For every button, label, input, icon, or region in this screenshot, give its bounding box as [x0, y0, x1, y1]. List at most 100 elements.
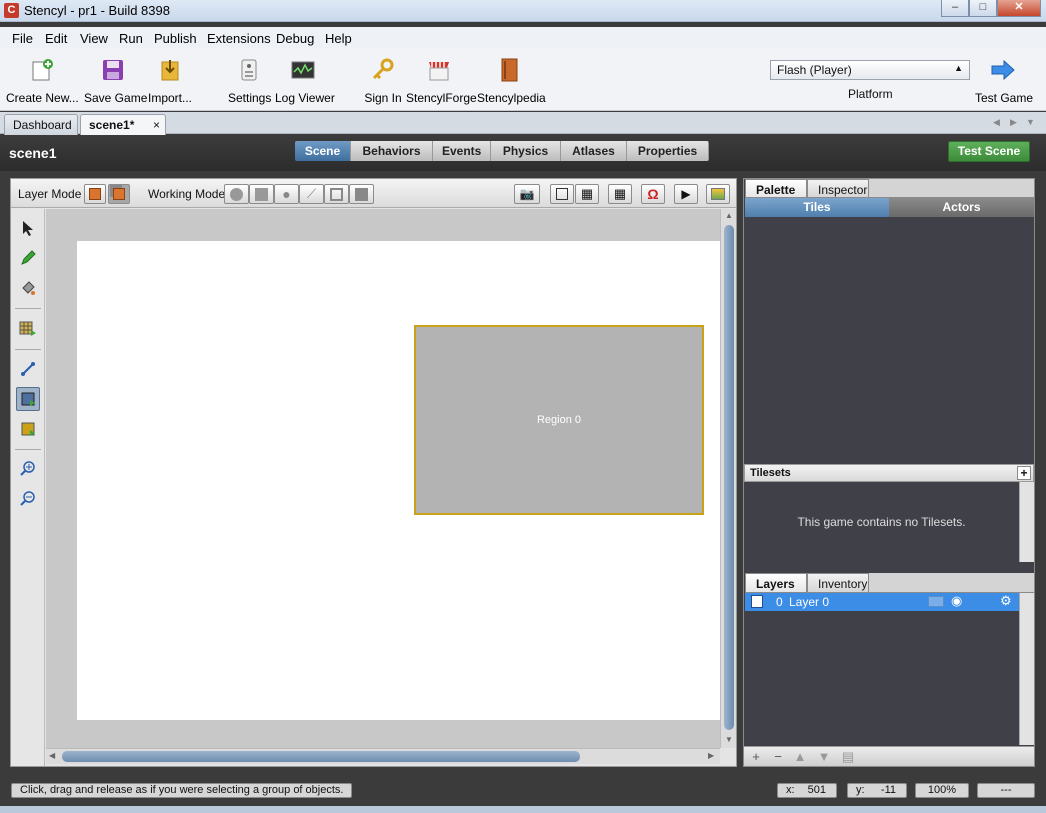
- tile-tool[interactable]: [16, 317, 40, 341]
- test-scene-button[interactable]: Test Scene: [948, 141, 1030, 162]
- minimize-button[interactable]: ‒: [941, 0, 969, 17]
- horizontal-scroll-thumb[interactable]: [62, 751, 580, 762]
- move-layer-down-button[interactable]: ▼: [814, 749, 834, 765]
- subtab-actors[interactable]: Actors: [889, 198, 1034, 217]
- move-layer-up-button[interactable]: ▲: [790, 749, 810, 765]
- scroll-left-icon[interactable]: ◀: [49, 751, 55, 760]
- pencil-icon: [21, 250, 36, 265]
- menu-view[interactable]: View: [80, 31, 108, 46]
- scroll-right-icon[interactable]: ▶: [708, 751, 714, 760]
- tab-physics[interactable]: Physics: [491, 141, 561, 161]
- horizontal-scrollbar[interactable]: ◀ ▶: [46, 748, 720, 764]
- layer-mode-all-button[interactable]: [108, 184, 130, 204]
- layer-mode-single-button[interactable]: [84, 184, 106, 204]
- scroll-down-icon[interactable]: ▼: [725, 735, 733, 744]
- menu-edit[interactable]: Edit: [45, 31, 67, 46]
- test-game-button[interactable]: Test Game: [975, 53, 1033, 107]
- region-0[interactable]: Region 0: [414, 325, 704, 515]
- layer-properties-button[interactable]: ▤: [838, 749, 858, 765]
- gear-icon[interactable]: ⚙: [1000, 593, 1012, 609]
- add-tileset-button[interactable]: +: [1017, 466, 1031, 480]
- layers-scrollbar[interactable]: [1019, 593, 1034, 745]
- platform-select[interactable]: Flash (Player) ▲: [770, 60, 970, 80]
- working-mode-path-button[interactable]: ⟋: [299, 184, 324, 204]
- tab-close-icon[interactable]: ×: [153, 118, 160, 132]
- show-screen-button[interactable]: [550, 184, 574, 204]
- menu-publish[interactable]: Publish: [154, 31, 197, 46]
- menu-extensions[interactable]: Extensions: [207, 31, 271, 46]
- close-button[interactable]: ✕: [997, 0, 1041, 17]
- vertical-scroll-thumb[interactable]: [724, 225, 734, 730]
- tab-layers[interactable]: Layers: [745, 573, 807, 593]
- tab-atlases[interactable]: Atlases: [561, 141, 627, 161]
- grid-button[interactable]: ▦: [575, 184, 599, 204]
- stencylforge-label: StencylForge: [406, 91, 477, 105]
- save-game-button[interactable]: Save Game: [84, 53, 148, 107]
- stencylpedia-button[interactable]: Stencylpedia: [477, 53, 546, 107]
- terrain-tool[interactable]: [16, 417, 40, 441]
- scroll-up-icon[interactable]: ▲: [725, 211, 733, 220]
- scene-title: scene1: [9, 145, 57, 161]
- tab-properties[interactable]: Properties: [627, 141, 709, 161]
- menu-run[interactable]: Run: [119, 31, 143, 46]
- tab-scene1[interactable]: scene1* ×: [80, 114, 166, 135]
- tab-scene[interactable]: Scene: [295, 141, 351, 161]
- zoom-out-tool[interactable]: [16, 487, 40, 511]
- working-mode-tile-button[interactable]: [249, 184, 274, 204]
- tab-list-icon[interactable]: ▼: [1026, 117, 1035, 127]
- remove-layer-button[interactable]: −: [768, 749, 788, 765]
- working-mode-region-button[interactable]: [324, 184, 349, 204]
- menu-file[interactable]: File: [12, 31, 33, 46]
- play-button[interactable]: ▶: [674, 184, 698, 204]
- tab-dashboard-label: Dashboard: [13, 118, 72, 132]
- line-tool[interactable]: [16, 357, 40, 381]
- tab-events[interactable]: Events: [433, 141, 491, 161]
- grid-settings-button[interactable]: ▦: [608, 184, 632, 204]
- tile-grid-icon: [19, 321, 36, 336]
- stencylforge-button[interactable]: StencylForge: [406, 53, 477, 107]
- select-tool[interactable]: [16, 216, 40, 240]
- menu-debug[interactable]: Debug: [276, 31, 314, 46]
- fill-tool[interactable]: [16, 276, 40, 300]
- save-game-label: Save Game: [84, 91, 148, 105]
- region-tool[interactable]: [16, 387, 40, 411]
- maximize-button[interactable]: □: [969, 0, 997, 17]
- tab-inspector[interactable]: Inspector: [807, 179, 869, 198]
- import-icon: [157, 57, 183, 83]
- palette-area[interactable]: [745, 217, 1034, 463]
- vertical-scrollbar[interactable]: ▲ ▼: [720, 209, 736, 748]
- app-icon: C: [4, 3, 19, 18]
- working-mode-person-button[interactable]: ●: [274, 184, 299, 204]
- create-new-button[interactable]: Create New...: [6, 53, 79, 107]
- working-mode-terrain-button[interactable]: [349, 184, 374, 204]
- layer-color-swatch[interactable]: [928, 596, 944, 607]
- background-button[interactable]: [706, 184, 730, 204]
- tab-scene1-label: scene1*: [89, 118, 135, 132]
- pencil-tool[interactable]: [16, 246, 40, 270]
- tab-scroll-right-icon[interactable]: ▶: [1010, 117, 1017, 128]
- log-viewer-button[interactable]: Log Viewer: [275, 53, 335, 107]
- layer-row[interactable]: 0 Layer 0 ◉ ⚙: [745, 593, 1019, 611]
- snap-button[interactable]: Ω: [641, 184, 665, 204]
- menu-help[interactable]: Help: [325, 31, 352, 46]
- subtab-tiles[interactable]: Tiles: [745, 198, 889, 217]
- tab-behaviors[interactable]: Behaviors: [351, 141, 433, 161]
- tab-dashboard[interactable]: Dashboard: [4, 114, 78, 135]
- tab-inventory[interactable]: Inventory: [807, 573, 869, 593]
- import-button[interactable]: Import...: [146, 53, 194, 107]
- circle-icon: [230, 187, 243, 201]
- terrain-icon: [355, 187, 368, 201]
- tilesets-title: Tilesets: [750, 467, 791, 479]
- sign-in-button[interactable]: Sign In: [364, 53, 402, 107]
- add-layer-button[interactable]: +: [746, 749, 766, 765]
- eye-icon[interactable]: ◉: [951, 593, 962, 609]
- tilesets-scrollbar[interactable]: [1019, 482, 1034, 562]
- zoom-in-tool[interactable]: [16, 457, 40, 481]
- tab-scroll-left-icon[interactable]: ◀: [993, 117, 1000, 128]
- x-coordinate: x: 501: [777, 783, 837, 798]
- key-icon: [370, 57, 396, 83]
- settings-button[interactable]: Settings: [228, 53, 271, 107]
- tab-palette[interactable]: Palette: [745, 179, 807, 198]
- screenshot-button[interactable]: 📷: [514, 184, 540, 204]
- working-mode-actor-button[interactable]: [224, 184, 249, 204]
